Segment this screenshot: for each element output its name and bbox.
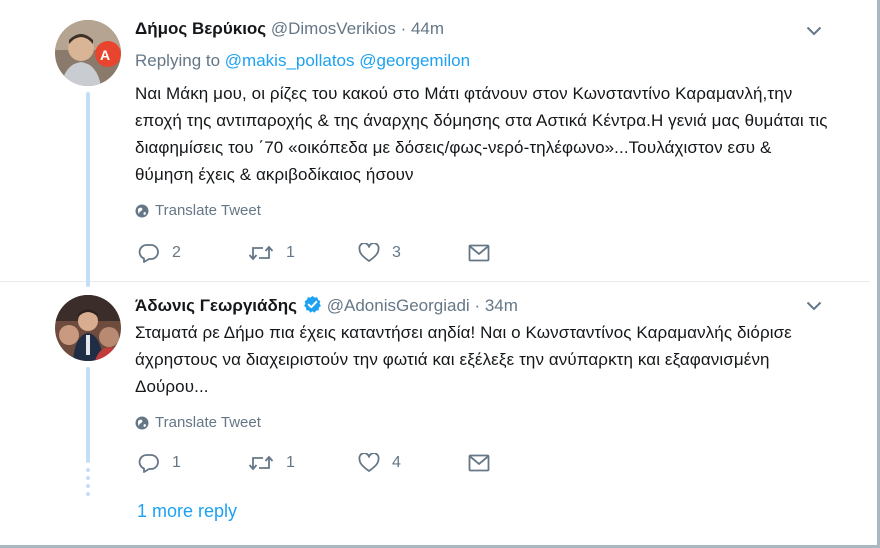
tweet-actions: 2 1 3 [138,243,578,263]
author-name[interactable]: Άδωνις Γεωργιάδης [135,296,297,315]
mention-link[interactable]: @georgemilon [359,51,470,70]
reply-count: 2 [172,244,181,261]
direct-message-button[interactable] [468,244,578,262]
retweet-button[interactable]: 1 [248,244,358,262]
avatar[interactable]: A [55,20,121,86]
tweet-content: Άδωνις Γεωργιάδης @AdonisGeorgiadi · 34m… [135,295,830,431]
avatar[interactable] [55,295,121,361]
globe-icon [135,204,149,217]
author-handle[interactable]: @DimosVerikios [271,19,396,38]
author-handle[interactable]: @AdonisGeorgiadi [327,296,470,315]
thread-line [86,367,90,463]
like-button[interactable]: 4 [358,453,468,473]
envelope-icon [468,454,490,472]
heart-icon [358,243,380,262]
thread-continuation-dots [86,468,90,500]
tweet[interactable]: Άδωνις Γεωργιάδης @AdonisGeorgiadi · 34m… [0,283,870,547]
translate-label: Translate Tweet [155,414,261,431]
verified-badge-icon [304,296,321,313]
more-replies-link[interactable]: 1 more reply [137,501,237,522]
like-count: 3 [392,244,401,261]
reply-button[interactable]: 1 [138,453,248,473]
chevron-down-icon[interactable] [806,26,822,36]
globe-icon [135,416,149,429]
envelope-icon [468,244,490,262]
reply-button[interactable]: 2 [138,243,248,263]
tweet-actions: 1 1 4 [138,453,578,473]
retweet-icon [248,245,274,261]
timestamp[interactable]: 34m [485,296,518,315]
tweet-text: Ναι Μάκη μου, οι ρίζες του κακού στο Μάτ… [135,84,828,184]
heart-icon [358,453,380,472]
translate-label: Translate Tweet [155,202,261,219]
translate-tweet-link[interactable]: Translate Tweet [135,202,830,219]
like-count: 4 [392,454,401,471]
retweet-button[interactable]: 1 [248,454,358,472]
reply-icon [138,244,159,263]
retweet-icon [248,455,274,471]
svg-text:A: A [100,47,110,63]
direct-message-button[interactable] [468,454,578,472]
tweet-header: Άδωνις Γεωργιάδης @AdonisGeorgiadi · 34m [135,295,830,317]
mention-link[interactable]: @makis_pollatos [225,51,355,70]
tweet-content: Δήμος Βερύκιος @DimosVerikios · 44m Repl… [135,18,830,219]
tweet[interactable]: A Δήμος Βερύκιος @DimosVerikios · 44m Re… [0,0,870,287]
replying-to: Replying to @makis_pollatos @georgemilon [135,50,830,72]
thread-line [86,92,90,287]
reply-count: 1 [172,454,181,471]
chevron-down-icon[interactable] [806,301,822,311]
retweet-count: 1 [286,454,295,471]
reply-icon [138,454,159,473]
retweet-count: 1 [286,244,295,261]
author-name[interactable]: Δήμος Βερύκιος [135,19,266,38]
like-button[interactable]: 3 [358,243,468,263]
translate-tweet-link[interactable]: Translate Tweet [135,414,830,431]
tweet-header: Δήμος Βερύκιος @DimosVerikios · 44m [135,18,830,40]
separator: · [474,296,481,315]
timestamp[interactable]: 44m [411,19,444,38]
replying-label: Replying to [135,51,221,70]
tweet-text: Σταματά ρε Δήμο πια έχεις καταντήσει αηδ… [135,323,792,396]
separator: · [400,19,407,38]
